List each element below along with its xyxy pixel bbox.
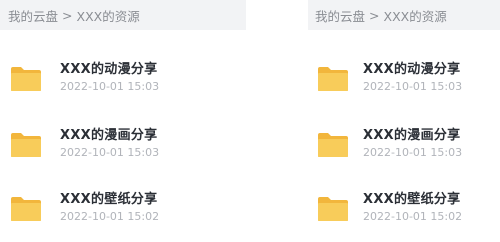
folder-icon (11, 67, 41, 91)
breadcrumb-root-link[interactable]: 我的云盘 (315, 6, 365, 25)
breadcrumb: 我的云盘 > XXX的资源 (308, 0, 500, 30)
folder-item[interactable]: XXX的壁纸分享 2022-10-01 15:02 (308, 188, 500, 238)
folder-item[interactable]: XXX的动漫分享 2022-10-01 15:03 (0, 58, 246, 108)
folder-item[interactable]: XXX的漫画分享 2022-10-01 15:03 (308, 124, 500, 174)
breadcrumb-separator: > (62, 7, 73, 23)
folder-name: XXX的壁纸分享 (60, 192, 158, 207)
folder-icon (318, 133, 348, 157)
breadcrumb-separator: > (369, 7, 380, 23)
folder-date: 2022-10-01 15:03 (60, 80, 160, 93)
folder-name: XXX的漫画分享 (60, 128, 158, 143)
folder-item[interactable]: XXX的壁纸分享 2022-10-01 15:02 (0, 188, 246, 238)
folder-date: 2022-10-01 15:03 (363, 80, 463, 93)
screen: 我的云盘 > XXX的资源 XXX的动漫分享 2022-10-01 15:03 … (0, 0, 500, 242)
breadcrumb-current: XXX的资源 (383, 8, 447, 24)
folder-name: XXX的漫画分享 (363, 128, 461, 143)
folder-name: XXX的动漫分享 (363, 62, 461, 77)
folder-item[interactable]: XXX的漫画分享 2022-10-01 15:03 (0, 124, 246, 174)
breadcrumb-root-link[interactable]: 我的云盘 (8, 6, 58, 25)
file-browser-panel-left: 我的云盘 > XXX的资源 XXX的动漫分享 2022-10-01 15:03 … (0, 0, 246, 242)
folder-icon (11, 133, 41, 157)
folder-icon (318, 197, 348, 221)
folder-date: 2022-10-01 15:02 (60, 210, 160, 223)
folder-icon (11, 197, 41, 221)
folder-date: 2022-10-01 15:02 (363, 210, 463, 223)
folder-item[interactable]: XXX的动漫分享 2022-10-01 15:03 (308, 58, 500, 108)
breadcrumb: 我的云盘 > XXX的资源 (0, 0, 246, 30)
folder-name: XXX的壁纸分享 (363, 192, 461, 207)
folder-icon (318, 67, 348, 91)
folder-date: 2022-10-01 15:03 (60, 146, 160, 159)
folder-name: XXX的动漫分享 (60, 62, 158, 77)
file-browser-panel-right: 我的云盘 > XXX的资源 XXX的动漫分享 2022-10-01 15:03 … (308, 0, 500, 242)
folder-date: 2022-10-01 15:03 (363, 146, 463, 159)
breadcrumb-current: XXX的资源 (76, 8, 140, 24)
